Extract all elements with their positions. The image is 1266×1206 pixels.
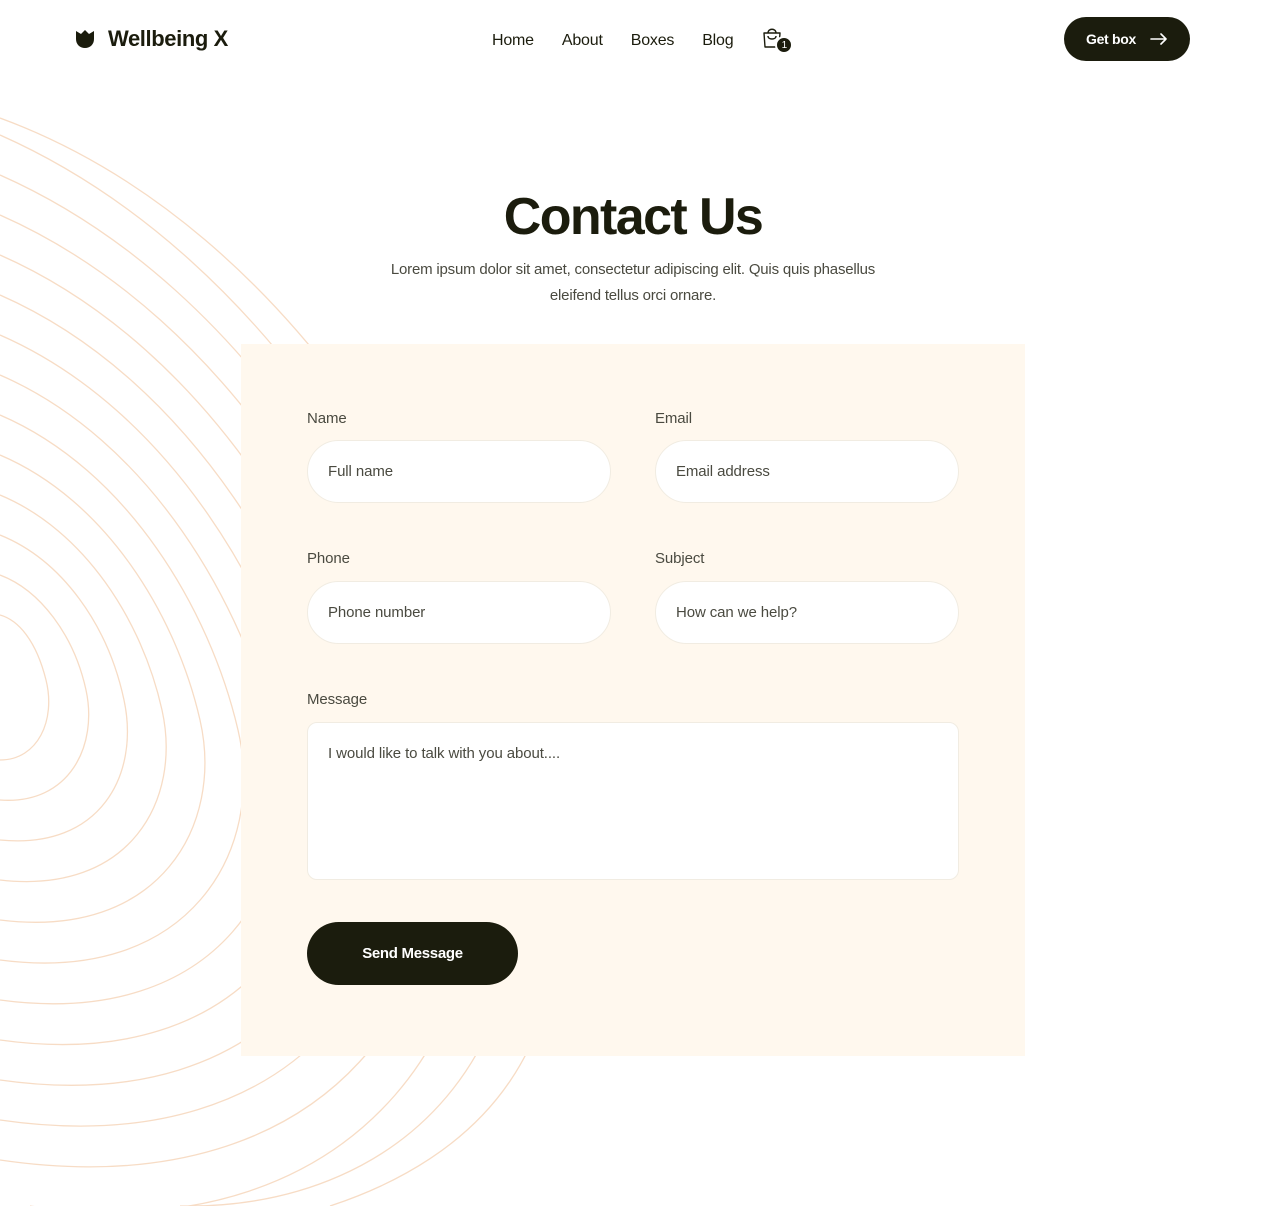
message-label: Message bbox=[307, 691, 368, 708]
get-box-label: Get box bbox=[1085, 31, 1137, 47]
get-box-button[interactable]: Get box bbox=[1064, 17, 1190, 61]
arrow-right-icon bbox=[1150, 33, 1167, 45]
nav-item-boxes[interactable]: Boxes bbox=[631, 32, 675, 50]
site-header: Wellbeing X Home About Boxes Blog 1 Get … bbox=[0, 0, 1266, 80]
hero-section: Contact Us Lorem ipsum dolor sit amet, c… bbox=[0, 186, 1266, 309]
brand-name: Wellbeing X bbox=[108, 26, 228, 51]
nav-item-about[interactable]: About bbox=[562, 32, 603, 50]
main-nav: Home About Boxes Blog 1 bbox=[492, 26, 794, 54]
tulip-icon bbox=[76, 30, 94, 48]
subject-field[interactable] bbox=[655, 581, 959, 644]
phone-field[interactable] bbox=[307, 581, 611, 644]
brand-logo[interactable]: Wellbeing X bbox=[74, 26, 228, 52]
cart-count-badge: 1 bbox=[775, 36, 794, 54]
contact-form: Name Email Phone Subject Message Send Me… bbox=[241, 344, 1025, 1056]
phone-label: Phone bbox=[307, 550, 350, 567]
page-title: Contact Us bbox=[503, 188, 764, 246]
message-field[interactable] bbox=[307, 722, 959, 880]
name-label: Name bbox=[307, 410, 347, 427]
subject-label: Subject bbox=[655, 550, 705, 567]
name-field[interactable] bbox=[307, 440, 611, 503]
email-field[interactable] bbox=[655, 440, 959, 503]
nav-item-home[interactable]: Home bbox=[492, 32, 534, 50]
send-message-button[interactable]: Send Message bbox=[307, 922, 518, 985]
nav-item-blog[interactable]: Blog bbox=[702, 32, 733, 50]
cart-button[interactable]: 1 bbox=[761, 26, 794, 54]
page-subtitle: Lorem ipsum dolor sit amet, consectetur … bbox=[390, 261, 876, 304]
email-label: Email bbox=[655, 410, 693, 427]
